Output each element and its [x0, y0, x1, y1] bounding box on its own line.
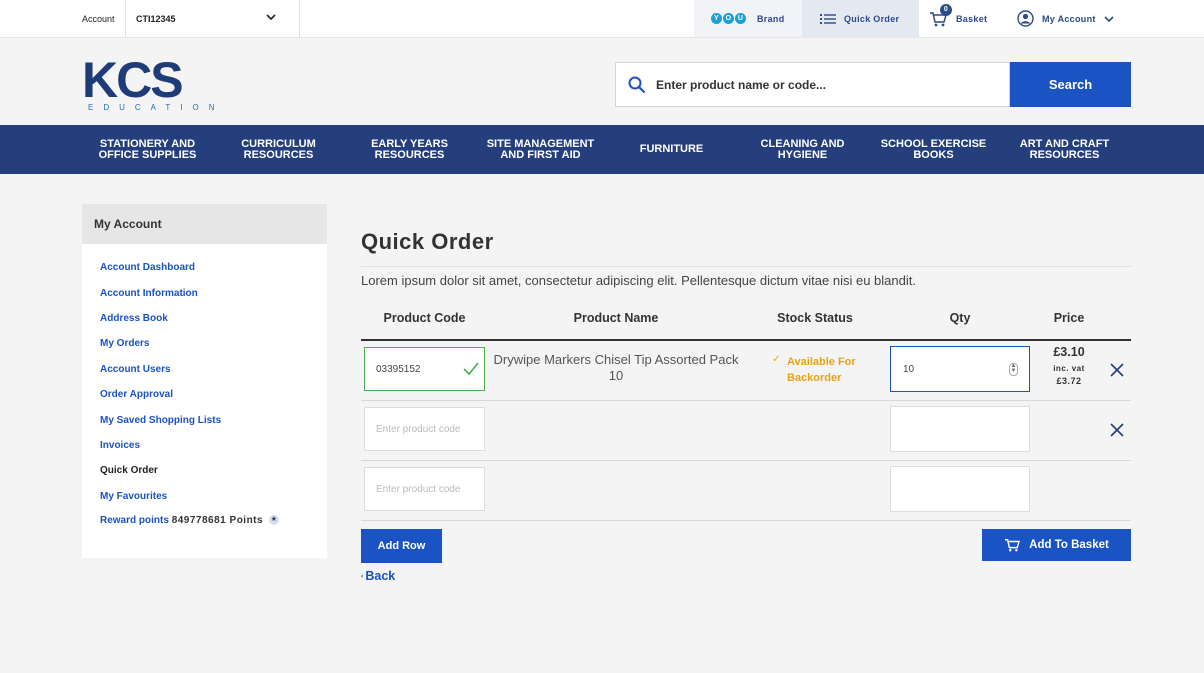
nav-item-art-craft[interactable]: Art and Craft Resources [999, 125, 1130, 174]
divider [361, 266, 1131, 267]
reward-label: Reward points [100, 515, 169, 526]
cart-icon [1005, 539, 1021, 552]
back-link[interactable]: ‹ Back [361, 569, 395, 583]
qty-input[interactable] [890, 406, 1030, 452]
chevron-down-icon [1104, 15, 1114, 22]
price-ex-vat: £3.10 [1053, 345, 1085, 359]
sidebar-item-reward-points[interactable]: Reward points 849778681 Points ★ [100, 515, 279, 526]
my-account-link[interactable]: My Account [1017, 0, 1114, 37]
category-nav: Stationery and Office Supplies Curriculum… [0, 125, 1204, 174]
user-icon [1017, 10, 1034, 27]
page-title: Quick Order [361, 229, 494, 254]
row-divider [361, 400, 1131, 401]
product-code-input[interactable] [364, 407, 485, 451]
price-cell: £3.10 inc. vat £3.72 [1040, 345, 1098, 386]
add-to-basket-label: Add To Basket [1029, 539, 1109, 551]
top-bar: Account CTI12345 YOU Brand Quick Order 0… [0, 0, 1204, 38]
remove-row-icon[interactable] [1110, 363, 1124, 377]
row-divider [361, 460, 1131, 461]
account-select[interactable]: CTI12345 [125, 0, 300, 38]
sidebar-item-account-users[interactable]: Account Users [100, 364, 171, 375]
logo-subtitle: EDUCATION [88, 103, 225, 112]
chevron-down-icon [266, 14, 276, 21]
nav-item-site-management[interactable]: Site Management and First Aid [475, 125, 606, 174]
brand-label: Brand [757, 13, 785, 24]
product-name: Drywipe Markers Chisel Tip Assorted Pack… [493, 352, 739, 383]
sidebar-item-invoices[interactable]: Invoices [100, 440, 140, 451]
intro-text: Lorem ipsum dolor sit amet, consectetur … [361, 273, 916, 288]
sidebar-item-favourites[interactable]: My Favourites [100, 491, 167, 502]
search-button[interactable]: Search [1010, 62, 1131, 107]
sidebar-item-my-orders[interactable]: My Orders [100, 338, 149, 349]
table-header-rule [361, 339, 1131, 341]
search-icon [628, 76, 646, 94]
sidebar-item-address-book[interactable]: Address Book [100, 313, 168, 324]
svg-text:KCS: KCS [82, 55, 182, 108]
price-inc-vat: £3.72 [1056, 376, 1082, 386]
product-code-input[interactable] [364, 467, 485, 511]
quick-order-label: Quick Order [844, 13, 900, 24]
sidebar-item-quick-order[interactable]: Quick Order [100, 465, 158, 476]
check-icon [463, 362, 479, 376]
col-header-product-code: Product Code [383, 311, 466, 325]
basket-label: Basket [956, 13, 988, 24]
my-account-label: My Account [1042, 13, 1096, 24]
nav-item-early-years[interactable]: Early Years Resources [344, 125, 475, 174]
reward-value: 849778681 Points [171, 515, 264, 526]
basket-link[interactable]: 0 Basket [929, 0, 987, 37]
nav-item-cleaning[interactable]: Cleaning and Hygiene [737, 125, 868, 174]
nav-item-curriculum[interactable]: Curriculum Resources [213, 125, 344, 174]
col-header-product-name: Product Name [573, 311, 659, 325]
basket-count-badge: 0 [940, 3, 952, 16]
check-icon: ✓ [772, 354, 781, 365]
chevron-left-icon: ‹ [361, 573, 364, 581]
vat-label: inc. vat [1053, 364, 1085, 373]
search-box [615, 62, 1010, 107]
search-input[interactable] [656, 73, 996, 97]
account-value: CTI12345 [136, 14, 176, 24]
quick-order-link[interactable]: Quick Order [802, 0, 919, 37]
nav-item-furniture[interactable]: Furniture [606, 125, 737, 174]
sidebar-item-saved-lists[interactable]: My Saved Shopping Lists [100, 415, 221, 426]
col-header-stock-status: Stock Status [777, 311, 853, 325]
row-divider [361, 520, 1131, 521]
list-icon [820, 13, 836, 24]
col-header-price: Price [1053, 311, 1085, 325]
sidebar-item-order-approval[interactable]: Order Approval [100, 389, 173, 400]
sidebar-title: My Account [82, 204, 327, 244]
add-to-basket-button[interactable]: Add To Basket [982, 529, 1131, 561]
you-logo-icon: YOU [711, 13, 747, 24]
col-header-qty: Qty [949, 311, 971, 325]
nav-item-stationery[interactable]: Stationery and Office Supplies [82, 125, 213, 174]
account-sidebar: My Account Account Dashboard Account Inf… [82, 204, 327, 558]
sidebar-item-dashboard[interactable]: Account Dashboard [100, 262, 195, 273]
nav-item-exercise-books[interactable]: School Exercise Books [868, 125, 999, 174]
remove-row-icon[interactable] [1110, 423, 1124, 437]
add-row-button[interactable]: Add Row [361, 529, 442, 563]
brand-link[interactable]: YOU Brand [694, 0, 802, 37]
account-label: Account [82, 14, 115, 24]
sidebar-item-account-information[interactable]: Account Information [100, 288, 198, 299]
qty-stepper-icon[interactable]: ▲ ▼ [1009, 363, 1018, 376]
star-icon: ★ [268, 515, 279, 526]
qty-input[interactable] [890, 466, 1030, 512]
